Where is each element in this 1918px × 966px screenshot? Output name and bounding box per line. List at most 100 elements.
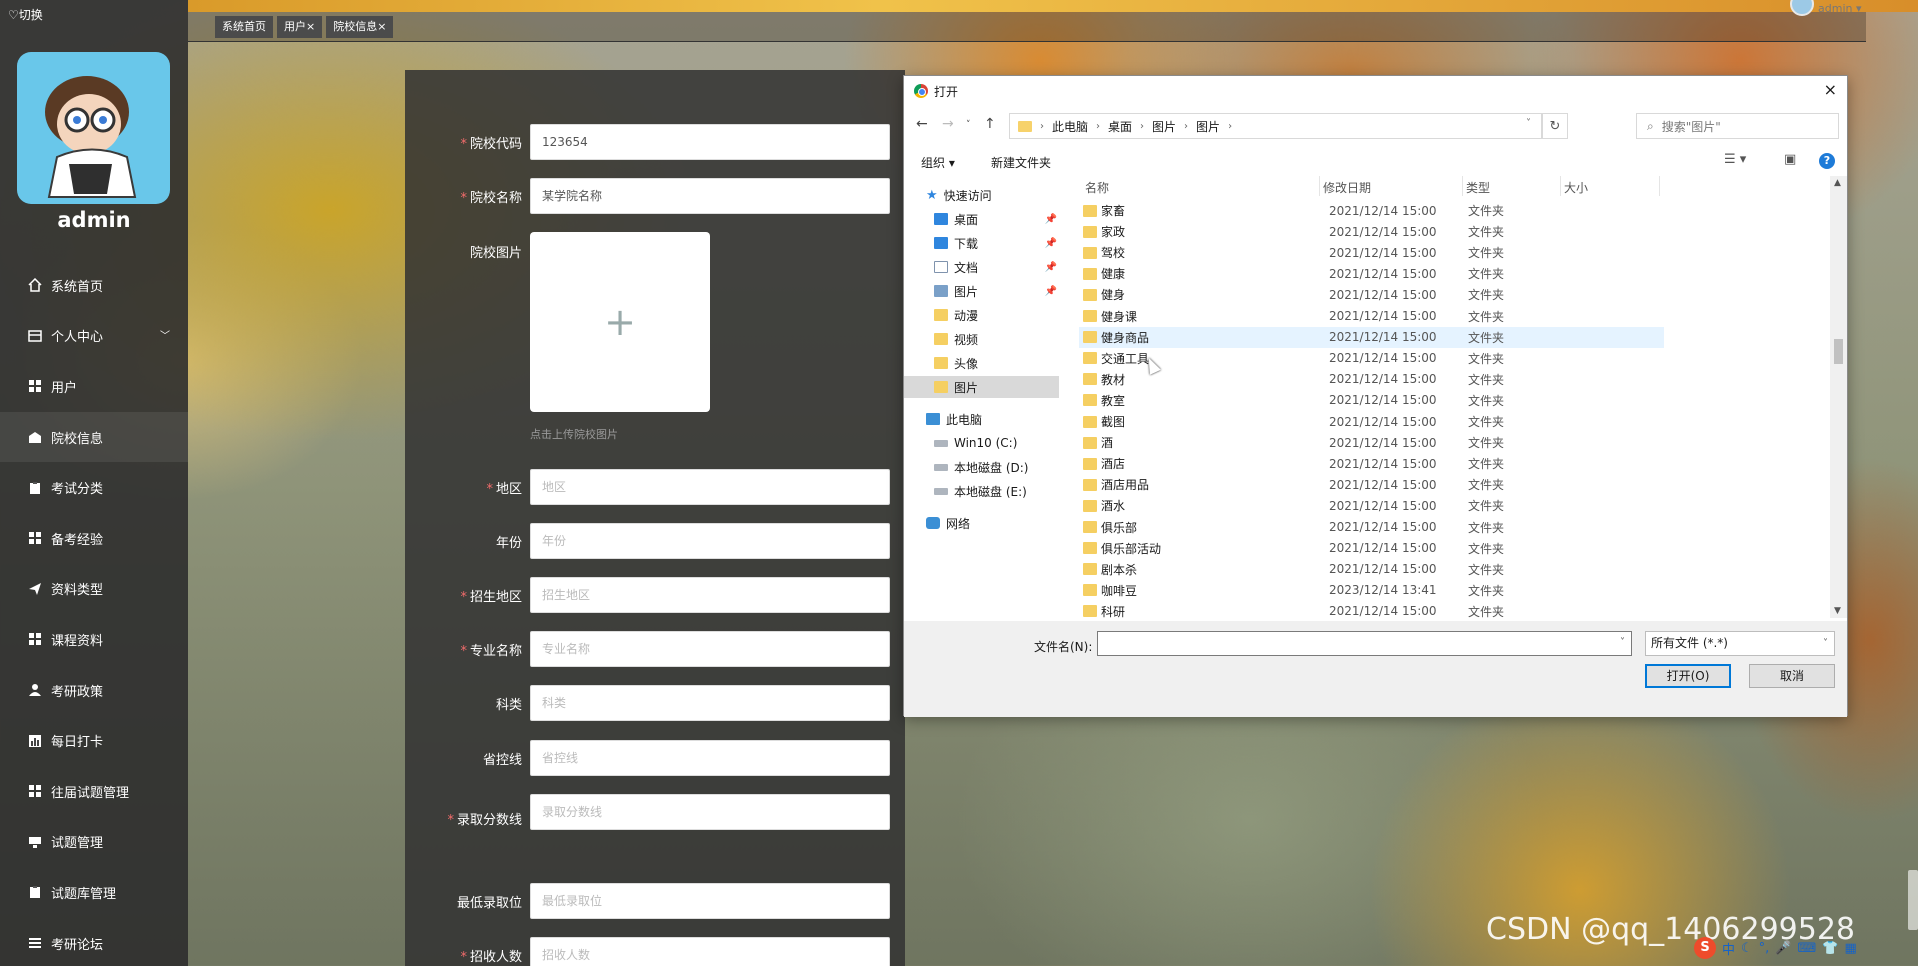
column-size[interactable]: 大小 [1564, 179, 1588, 196]
sidebar-item-question-bank[interactable]: 试题库管理 [0, 867, 188, 918]
sidebar-item-material-type[interactable]: 资料类型 [0, 564, 188, 615]
sidebar-item-school-info[interactable]: 院校信息 [0, 411, 188, 463]
file-row[interactable]: 家政 2021/12/14 15:00 文件夹 [1079, 221, 1664, 242]
tag-home[interactable]: 系统首页 [215, 16, 273, 38]
file-row[interactable]: 俱乐部 2021/12/14 15:00 文件夹 [1079, 517, 1664, 538]
file-row[interactable]: 交通工具 2021/12/14 15:00 文件夹 [1079, 348, 1664, 369]
recent-dropdown-icon[interactable]: ˅ [966, 120, 971, 130]
sidebar-item-forum[interactable]: 考研论坛 [0, 918, 188, 966]
chevron-down-icon[interactable]: ˅ [1526, 118, 1531, 129]
back-arrow-icon[interactable]: ← [916, 116, 928, 132]
microphone-icon[interactable]: 🎤 [1775, 941, 1791, 956]
sidebar-item-course-material[interactable]: 课程资料 [0, 614, 188, 665]
file-row[interactable]: 咖啡豆 2023/12/14 13:41 文件夹 [1079, 580, 1664, 601]
nav-drive-e[interactable]: 本地磁盘 (E:) [934, 480, 1027, 502]
scroll-up-icon[interactable]: ▲ [1834, 178, 1841, 188]
forward-arrow-icon[interactable]: → [942, 116, 954, 132]
file-row[interactable]: 家畜 2021/12/14 15:00 文件夹 [1079, 200, 1664, 221]
nav-item-desktop[interactable]: 桌面 📌 [934, 208, 1069, 230]
file-row[interactable]: 健身 2021/12/14 15:00 文件夹 [1079, 284, 1664, 305]
year-input[interactable]: 年份 [530, 523, 890, 559]
enroll-region-input[interactable]: 招生地区 [530, 577, 890, 613]
nav-item-avatar[interactable]: 头像 [934, 352, 978, 374]
sidebar-item-users[interactable]: 用户 [0, 361, 188, 412]
filetype-select[interactable]: 所有文件 (*.*) ˅ [1645, 631, 1835, 656]
help-icon[interactable]: ? [1819, 153, 1835, 169]
ime-mode[interactable]: 中 [1722, 939, 1735, 958]
switch-button[interactable]: ♡切换 [8, 6, 43, 23]
subject-category-input[interactable]: 科类 [530, 685, 890, 721]
file-row[interactable]: 教室 2021/12/14 15:00 文件夹 [1079, 390, 1664, 411]
file-row[interactable]: 酒 2021/12/14 15:00 文件夹 [1079, 432, 1664, 453]
major-name-input[interactable]: 专业名称 [530, 631, 890, 667]
tag-school-info[interactable]: 院校信息× [326, 16, 394, 38]
scroll-down-icon[interactable]: ▼ [1834, 606, 1841, 616]
min-rank-input[interactable]: 最低录取位 [530, 883, 890, 919]
grid-icon[interactable]: ▦ [1844, 941, 1856, 956]
file-row[interactable]: 剧本杀 2021/12/14 15:00 文件夹 [1079, 559, 1664, 580]
file-list-scrollbar[interactable]: ▲ ▼ [1830, 176, 1847, 618]
nav-item-anime[interactable]: 动漫 [934, 304, 978, 326]
file-row[interactable]: 教材 2021/12/14 15:00 文件夹 [1079, 369, 1664, 390]
breadcrumb-item[interactable]: 图片 [1152, 118, 1176, 135]
nav-item-video[interactable]: 视频 [934, 328, 978, 350]
nav-drive-c[interactable]: Win10 (C:) [934, 432, 1017, 454]
file-row[interactable]: 驾校 2021/12/14 15:00 文件夹 [1079, 242, 1664, 263]
sidebar-item-exam-category[interactable]: 考试分类 [0, 462, 188, 513]
nav-item-pictures-folder[interactable]: 图片 [904, 376, 1059, 398]
file-row[interactable]: 酒店 2021/12/14 15:00 文件夹 [1079, 453, 1664, 474]
filename-input[interactable]: ˅ [1097, 631, 1632, 656]
breadcrumb-item[interactable]: 图片 [1196, 118, 1220, 135]
scroll-thumb[interactable] [1834, 339, 1843, 364]
breadcrumb-item[interactable]: 桌面 [1108, 118, 1132, 135]
column-date[interactable]: 修改日期 [1323, 179, 1371, 196]
preview-pane-icon[interactable]: ▣ [1784, 152, 1796, 167]
file-row[interactable]: 健康 2021/12/14 15:00 文件夹 [1079, 263, 1664, 284]
file-row[interactable]: 健身课 2021/12/14 15:00 文件夹 [1079, 306, 1664, 327]
nav-network[interactable]: 网络 [926, 512, 970, 534]
tag-users[interactable]: 用户× [277, 16, 323, 38]
file-row[interactable]: 健身商品 2021/12/14 15:00 文件夹 [1079, 326, 1664, 348]
file-row[interactable]: 酒水 2021/12/14 15:00 文件夹 [1079, 495, 1664, 516]
nav-quick-access[interactable]: ★ 快速访问 [926, 184, 992, 206]
view-options-icon[interactable]: ☰ ▾ [1724, 152, 1746, 167]
cancel-button[interactable]: 取消 [1749, 664, 1835, 688]
control-line-input[interactable]: 省控线 [530, 740, 890, 776]
nav-drive-d[interactable]: 本地磁盘 (D:) [934, 456, 1028, 478]
column-name[interactable]: 名称 [1085, 179, 1109, 196]
address-bar[interactable]: › 此电脑 › 桌面 › 图片 › 图片 › ˅ [1009, 113, 1542, 139]
sidebar-item-prep-experience[interactable]: 备考经验 [0, 513, 188, 564]
search-input[interactable]: ⌕ 搜索"图片" [1636, 113, 1839, 139]
region-input[interactable]: 地区 [530, 469, 890, 505]
file-row[interactable]: 酒店用品 2021/12/14 15:00 文件夹 [1079, 474, 1664, 495]
close-button[interactable]: × [1824, 80, 1837, 99]
chevron-down-icon[interactable]: ˅ [1620, 637, 1625, 648]
nav-item-downloads[interactable]: 下载 📌 [934, 232, 1069, 254]
sidebar-item-past-exams[interactable]: 往届试题管理 [0, 766, 188, 817]
punctuation-icon[interactable]: °, [1759, 941, 1770, 956]
enroll-count-input[interactable]: 招收人数 [530, 937, 890, 966]
page-scrollbar[interactable] [1908, 870, 1918, 930]
shirt-icon[interactable]: 👕 [1822, 941, 1838, 956]
sidebar-item-policy[interactable]: 考研政策 [0, 665, 188, 716]
sidebar-item-question-mgmt[interactable]: 试题管理 [0, 817, 188, 868]
organize-button[interactable]: 组织 ▾ [921, 154, 955, 171]
image-upload[interactable]: + [530, 232, 710, 412]
sogou-ime-icon[interactable]: S [1694, 937, 1716, 959]
top-user-menu[interactable]: admin ▾ [1790, 0, 1861, 16]
new-folder-button[interactable]: 新建文件夹 [991, 154, 1051, 171]
column-type[interactable]: 类型 [1466, 179, 1490, 196]
sidebar-item-home[interactable]: 系统首页 [0, 260, 188, 311]
moon-icon[interactable]: ☾ [1741, 941, 1753, 956]
keyboard-icon[interactable]: ⌨ [1798, 941, 1817, 956]
nav-item-pictures[interactable]: 图片 📌 [934, 280, 1069, 302]
file-row[interactable]: 截图 2021/12/14 15:00 文件夹 [1079, 411, 1664, 432]
sidebar-item-daily-checkin[interactable]: 每日打卡 [0, 715, 188, 766]
up-arrow-icon[interactable]: ↑ [984, 116, 996, 132]
nav-this-pc[interactable]: 此电脑 [926, 408, 982, 430]
admission-score-input[interactable]: 录取分数线 [530, 794, 890, 830]
open-button[interactable]: 打开(O) [1645, 664, 1731, 688]
nav-item-documents[interactable]: 文档 📌 [934, 256, 1069, 278]
refresh-button[interactable]: ↻ [1542, 113, 1568, 139]
school-code-input[interactable]: 123654 [530, 124, 890, 160]
